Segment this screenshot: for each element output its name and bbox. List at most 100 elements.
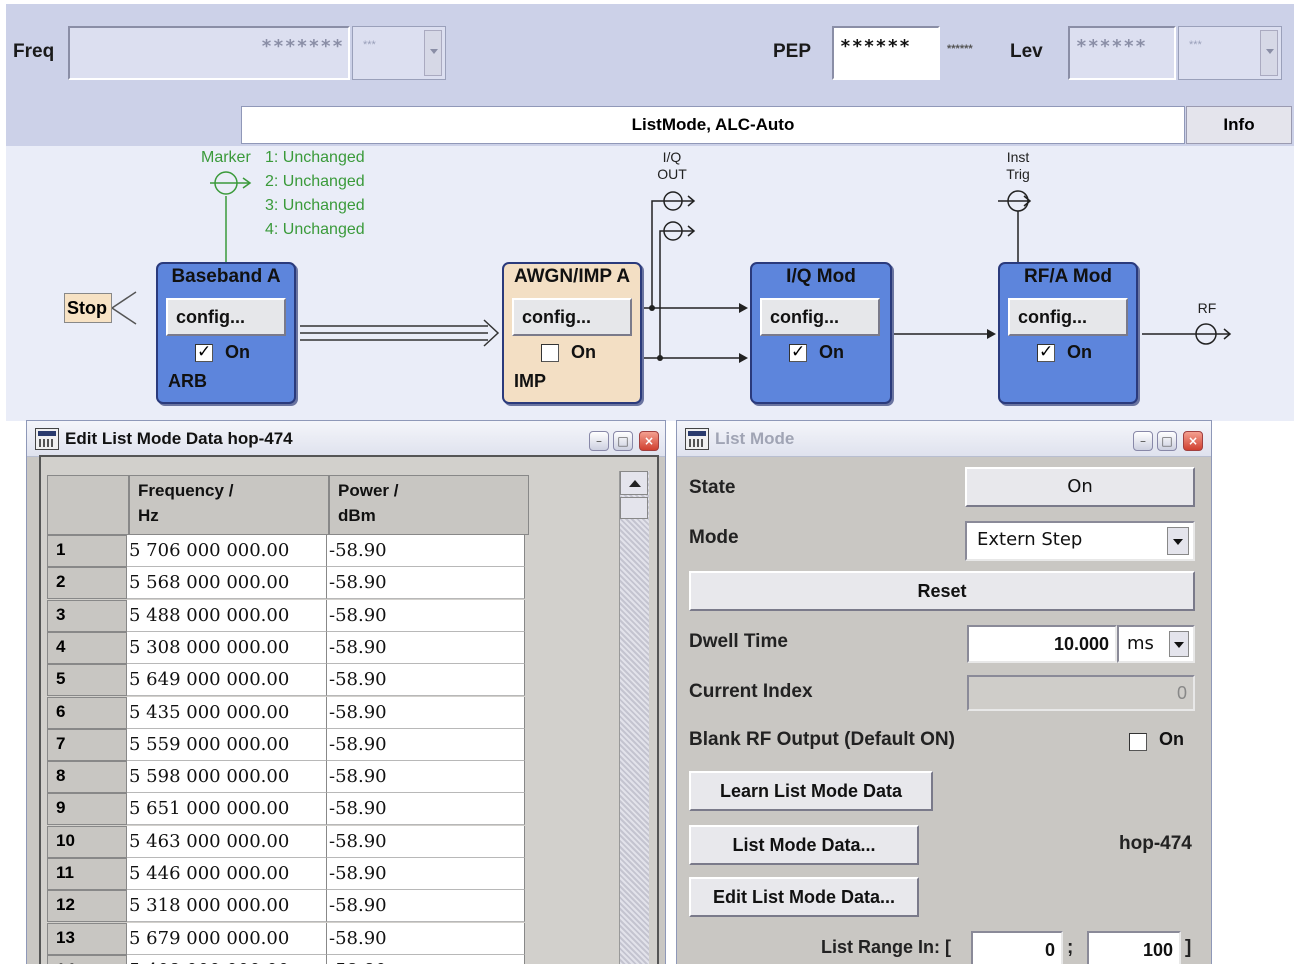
state-button[interactable]: On — [965, 467, 1195, 507]
frequency-cell[interactable]: 5 598 000 000.00 — [127, 761, 327, 794]
edit-window-title: Edit List Mode Data hop-474 — [65, 429, 293, 448]
table-row[interactable]: 25 568 000 000.00 -58.90 — [47, 567, 525, 600]
table-row[interactable]: 10 5 463 000 000.00 -58.90 — [47, 825, 525, 858]
awgn-on-checkbox[interactable] — [541, 344, 559, 362]
table-row[interactable]: 45 308 000 000.00 -58.90 — [47, 631, 525, 664]
list-mode-data-button[interactable]: List Mode Data... — [689, 825, 919, 865]
frequency-cell[interactable]: 5 559 000 000.00 — [127, 728, 327, 761]
mode-label: Mode — [689, 527, 739, 548]
maximize-icon[interactable]: □ — [613, 431, 633, 451]
frequency-cell[interactable]: 5 679 000 000.00 — [127, 922, 327, 955]
row-number[interactable]: 7 — [47, 728, 127, 761]
frequency-cell[interactable]: 5 488 000 000.00 — [127, 599, 327, 632]
iq-mod-config-button[interactable]: config... — [760, 298, 880, 336]
close-icon[interactable]: × — [1183, 431, 1203, 451]
power-cell[interactable]: -58.90 — [327, 858, 525, 890]
row-number[interactable]: 14 — [47, 954, 127, 964]
dwell-unit-value: ms — [1127, 633, 1154, 654]
frequency-cell[interactable]: 5 409 000 000.00 — [127, 954, 327, 964]
frequency-cell[interactable]: 5 308 000 000.00 — [127, 631, 327, 664]
row-number[interactable]: 10 — [47, 825, 127, 858]
power-cell[interactable]: -58.90 — [327, 535, 525, 567]
frequency-cell[interactable]: 5 568 000 000.00 — [127, 567, 327, 600]
table-row[interactable]: 35 488 000 000.00 -58.90 — [47, 599, 525, 632]
maximize-icon[interactable]: □ — [1157, 431, 1177, 451]
row-number[interactable]: 8 — [47, 761, 127, 794]
reset-button[interactable]: Reset — [689, 571, 1195, 611]
baseband-on-checkbox[interactable] — [195, 342, 213, 362]
table-row[interactable]: 145 409 000 000.00-58.90 — [47, 954, 525, 964]
dwell-time-input[interactable]: 10.000 — [967, 625, 1117, 663]
row-number[interactable]: 2 — [47, 567, 127, 600]
dwell-unit-select[interactable]: ms — [1117, 625, 1195, 663]
row-number[interactable]: 1 — [47, 535, 127, 567]
range-start-input[interactable]: 0 — [971, 931, 1063, 964]
row-number[interactable]: 11 — [47, 858, 127, 890]
table-row[interactable]: 13 5 679 000 000.00 -58.90 — [47, 922, 525, 955]
iq-mod-on-checkbox[interactable] — [789, 342, 807, 362]
edit-window-titlebar[interactable]: Edit List Mode Data hop-474 – □ × — [27, 421, 665, 457]
list-window-titlebar[interactable]: List Mode – □ × — [677, 421, 1211, 457]
frequency-cell[interactable]: 5 446 000 000.00 — [127, 858, 327, 890]
rf-config-button[interactable]: config... — [1008, 298, 1128, 336]
power-cell[interactable]: -58.90 — [327, 728, 525, 761]
frequency-cell[interactable]: 5 706 000 000.00 — [127, 535, 327, 567]
scroll-up-button[interactable] — [620, 471, 648, 495]
power-cell[interactable]: -58.90 — [327, 631, 525, 664]
power-cell[interactable]: -58.90 — [327, 890, 525, 923]
table-row[interactable]: 15 706 000 000.00 -58.90 — [47, 535, 525, 567]
awgn-config-button[interactable]: config... — [512, 298, 632, 336]
minimize-icon[interactable]: – — [1133, 431, 1153, 451]
row-number[interactable]: 3 — [47, 599, 127, 632]
frequency-cell[interactable]: 5 649 000 000.00 — [127, 664, 327, 697]
table-row[interactable]: 75 559 000 000.00 -58.90 — [47, 728, 525, 761]
range-end-input[interactable]: 100 — [1087, 931, 1181, 964]
power-cell[interactable]: -58.90 — [327, 599, 525, 632]
power-cell[interactable]: -58.90 — [327, 825, 525, 858]
blank-rf-checkbox[interactable] — [1129, 733, 1147, 751]
row-number[interactable]: 4 — [47, 631, 127, 664]
mode-select[interactable]: Extern Step — [965, 521, 1195, 561]
power-cell[interactable]: -58.90 — [327, 954, 525, 964]
scroll-thumb[interactable] — [620, 497, 648, 519]
power-cell[interactable]: -58.90 — [327, 696, 525, 729]
rf-a-mod-block[interactable]: RF/A Mod config... On — [998, 262, 1138, 404]
iq-mod-block[interactable]: I/Q Mod config... On — [750, 262, 892, 404]
baseband-a-title: Baseband A — [171, 266, 281, 287]
row-number[interactable]: 9 — [47, 793, 127, 826]
learn-list-mode-button[interactable]: Learn List Mode Data — [689, 771, 933, 811]
table-corner-header — [47, 475, 129, 535]
table-row[interactable]: 11 5 446 000 000.00 -58.90 — [47, 858, 525, 890]
stop-flag[interactable]: Stop — [64, 293, 112, 323]
baseband-a-block[interactable]: Baseband A config... On ARB — [156, 262, 296, 404]
power-cell[interactable]: -58.90 — [327, 793, 525, 826]
edit-list-mode-button[interactable]: Edit List Mode Data... — [689, 877, 919, 917]
frequency-column-header[interactable]: Frequency / Hz — [129, 475, 329, 535]
row-number[interactable]: 12 — [47, 890, 127, 923]
power-cell[interactable]: -58.90 — [327, 567, 525, 600]
row-number[interactable]: 13 — [47, 922, 127, 955]
rf-on-checkbox[interactable] — [1037, 342, 1055, 362]
frequency-cell[interactable]: 5 651 000 000.00 — [127, 793, 327, 826]
table-row[interactable]: 12 5 318 000 000.00 -58.90 — [47, 890, 525, 923]
table-row[interactable]: 95 651 000 000.00 -58.90 — [47, 793, 525, 826]
power-cell[interactable]: -58.90 — [327, 761, 525, 794]
table-scrollbar[interactable] — [619, 471, 649, 964]
row-number[interactable]: 5 — [47, 664, 127, 697]
baseband-config-button[interactable]: config... — [166, 298, 286, 336]
awgn-imp-block[interactable]: AWGN/IMP A config... On IMP — [502, 262, 642, 404]
close-icon[interactable]: × — [639, 431, 659, 451]
baseband-sub-label: ARB — [168, 371, 207, 391]
table-row[interactable]: 55 649 000 000.00 -58.90 — [47, 664, 525, 697]
iq-mod-title: I/Q Mod — [786, 266, 856, 287]
table-row[interactable]: 65 435 000 000.00 -58.90 — [47, 696, 525, 729]
minimize-icon[interactable]: – — [589, 431, 609, 451]
frequency-cell[interactable]: 5 318 000 000.00 — [127, 890, 327, 923]
row-number[interactable]: 6 — [47, 696, 127, 729]
frequency-cell[interactable]: 5 435 000 000.00 — [127, 696, 327, 729]
frequency-cell[interactable]: 5 463 000 000.00 — [127, 825, 327, 858]
power-cell[interactable]: -58.90 — [327, 664, 525, 697]
power-column-header[interactable]: Power / dBm — [329, 475, 529, 535]
table-row[interactable]: 85 598 000 000.00 -58.90 — [47, 761, 525, 794]
power-cell[interactable]: -58.90 — [327, 922, 525, 955]
